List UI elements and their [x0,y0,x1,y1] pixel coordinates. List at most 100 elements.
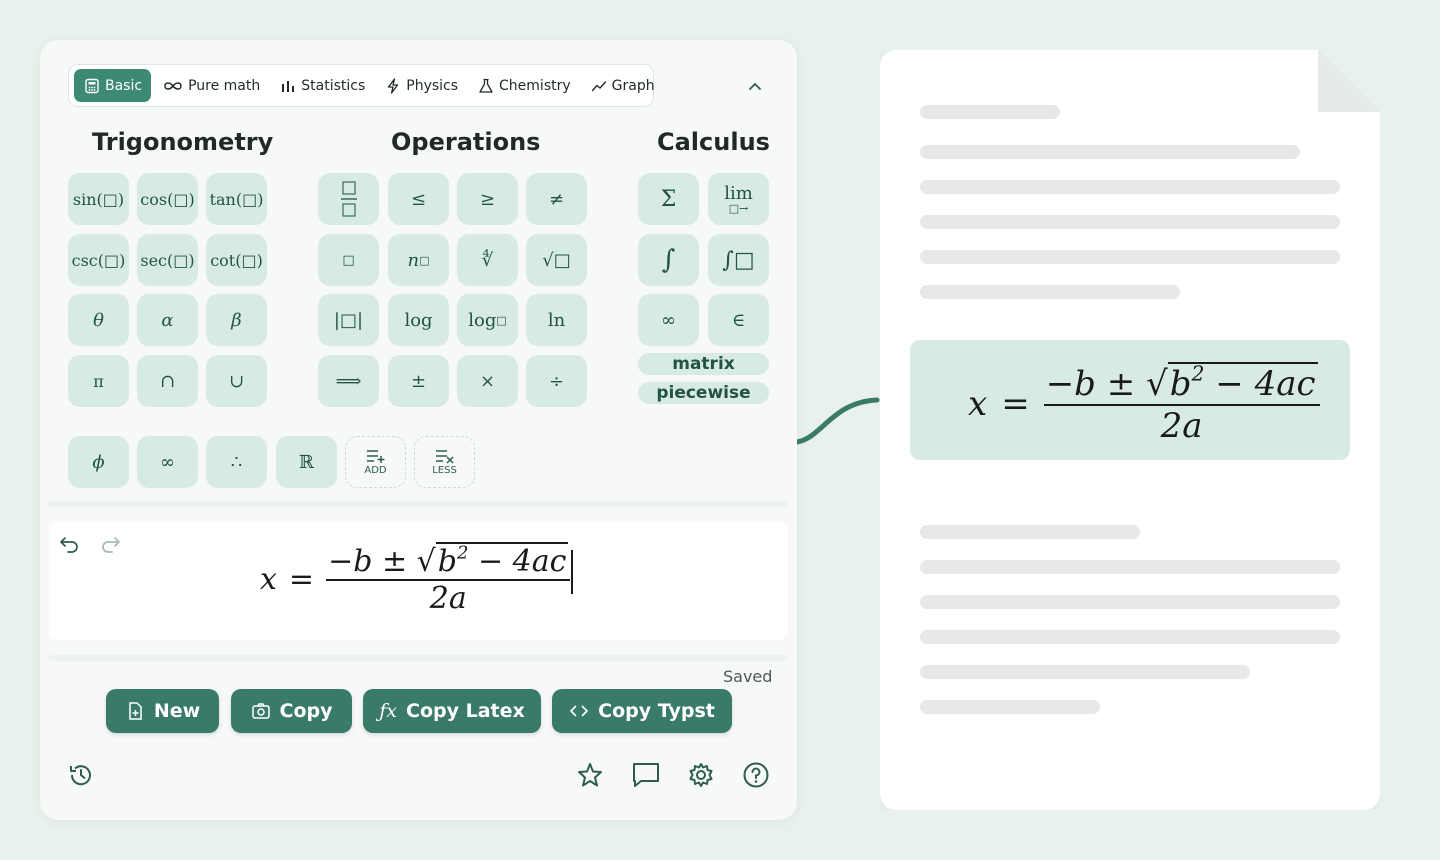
key-abs[interactable]: |□| [318,294,379,346]
text-placeholder-line [920,250,1340,264]
key-integral[interactable]: ∫ [638,234,699,286]
tab-physics[interactable]: Physics [377,69,466,102]
settings-button[interactable] [687,761,715,789]
favorite-button[interactable] [576,761,604,789]
add-symbol-button[interactable]: ADD [345,436,406,488]
key-phi[interactable]: ϕ [68,436,129,488]
key-intersection[interactable]: ∩ [137,355,198,407]
star-icon [578,763,602,787]
copy-latex-button[interactable]: ƒx Copy Latex [363,689,541,733]
page-fold [1318,50,1380,112]
redo-icon [102,537,120,553]
key-definite-integral[interactable]: ∫□ [708,234,769,286]
bar-chart-icon [282,80,295,92]
tab-graph[interactable]: Graph [583,69,663,102]
radicand: b2 − 4ac [435,542,569,579]
radicand-rest: − 4ac [1204,364,1316,404]
key-sum[interactable]: Σ [638,173,699,225]
text-placeholder-line [920,665,1250,679]
key-limit[interactable]: lim □→ [708,173,769,225]
key-power[interactable]: n □ [388,234,449,286]
copy-image-button[interactable]: Copy [231,689,352,733]
key-greater-equal[interactable]: ≥ [457,173,518,225]
tab-label: Physics [406,77,459,94]
infinity-icon [164,81,182,90]
numerator-prefix: −b ± [1045,364,1147,404]
history-button[interactable] [67,761,95,789]
power-base: n [407,249,420,271]
key-alpha[interactable]: α [137,294,198,346]
history-icon [70,765,91,786]
key-nth-root[interactable]: ∜ [457,234,518,286]
key-infinity[interactable]: ∞ [638,294,699,346]
fraction-icon [340,181,357,217]
key-union[interactable]: ∪ [206,355,267,407]
remove-symbol-button[interactable]: LESS [414,436,475,488]
redo-button[interactable] [99,534,123,554]
key-times[interactable]: × [457,355,518,407]
radicand-exponent: 2 [456,542,469,564]
math-input-area[interactable]: x = −b ± √ b2 − 4ac 2a [49,522,788,640]
key-tan[interactable]: tan(□) [206,173,267,225]
key-cos[interactable]: cos(□) [137,173,198,225]
equation-fraction: −b ± √ b2 − 4ac 2a [326,542,571,616]
copy-typst-button[interactable]: Copy Typst [552,689,732,733]
key-csc[interactable]: csc(□) [68,234,129,286]
piecewise-button[interactable]: piecewise [638,382,769,404]
tab-pure-math[interactable]: Pure math [155,69,268,102]
text-placeholder-line [920,700,1100,714]
key-sec[interactable]: sec(□) [137,234,198,286]
key-divide[interactable]: ÷ [526,355,587,407]
chevron-up-icon [748,82,762,90]
key-sin[interactable]: sin(□) [68,173,129,225]
radicand-rest: − 4ac [468,544,567,579]
key-less-equal[interactable]: ≤ [388,173,449,225]
tab-statistics[interactable]: Statistics [272,69,373,102]
divider [48,655,788,661]
text-placeholder-line [920,630,1340,644]
key-theta[interactable]: θ [68,294,129,346]
key-fraction[interactable] [318,173,379,225]
collapse-button[interactable] [743,76,767,96]
tab-basic[interactable]: Basic [74,69,152,102]
group-title-calculus: Calculus [657,128,770,156]
key-infinity-extra[interactable]: ∞ [137,436,198,488]
group-title-trigonometry: Trigonometry [92,128,274,156]
help-icon [743,762,769,788]
key-element-of[interactable]: ∈ [708,294,769,346]
key-reals[interactable]: ℝ [276,436,337,488]
document-equation: x = −b ± √ b2 − 4ac 2a [968,362,1320,446]
key-beta[interactable]: β [206,294,267,346]
key-log-base[interactable]: log □ [457,294,518,346]
key-log[interactable]: log [388,294,449,346]
key-sqrt[interactable]: √□ [526,234,587,286]
text-placeholder-line [920,105,1060,119]
key-subscript-box[interactable]: □ [318,234,379,286]
lightning-icon [388,77,399,94]
key-implies[interactable]: ⟹ [318,355,379,407]
square-root: √ b2 − 4ac [417,542,569,579]
key-not-equal[interactable]: ≠ [526,173,587,225]
tab-chemistry[interactable]: Chemistry [470,69,579,102]
equation-preview: x = −b ± √ b2 − 4ac 2a [260,542,574,616]
square-root: √ b2 − 4ac [1146,362,1318,404]
tab-label: Graph [611,77,655,94]
key-plus-minus[interactable]: ± [388,355,449,407]
key-ln[interactable]: ln [526,294,587,346]
key-cot[interactable]: cot(□) [206,234,267,286]
tab-label: Chemistry [499,77,571,94]
help-button[interactable] [742,761,770,789]
group-title-operations: Operations [391,128,541,156]
flask-icon [479,78,493,93]
equation-equals: = [1001,384,1030,424]
save-status: Saved [723,667,773,686]
new-button[interactable]: New [106,689,219,733]
key-pi[interactable]: π [68,355,129,407]
text-placeholder-line [920,215,1340,229]
key-therefore[interactable]: ∴ [206,436,267,488]
text-placeholder-line [920,145,1300,159]
matrix-button[interactable]: matrix [638,353,769,375]
undo-button[interactable] [59,534,83,554]
document-preview: x = −b ± √ b2 − 4ac 2a [880,50,1380,810]
feedback-button[interactable] [631,761,659,789]
